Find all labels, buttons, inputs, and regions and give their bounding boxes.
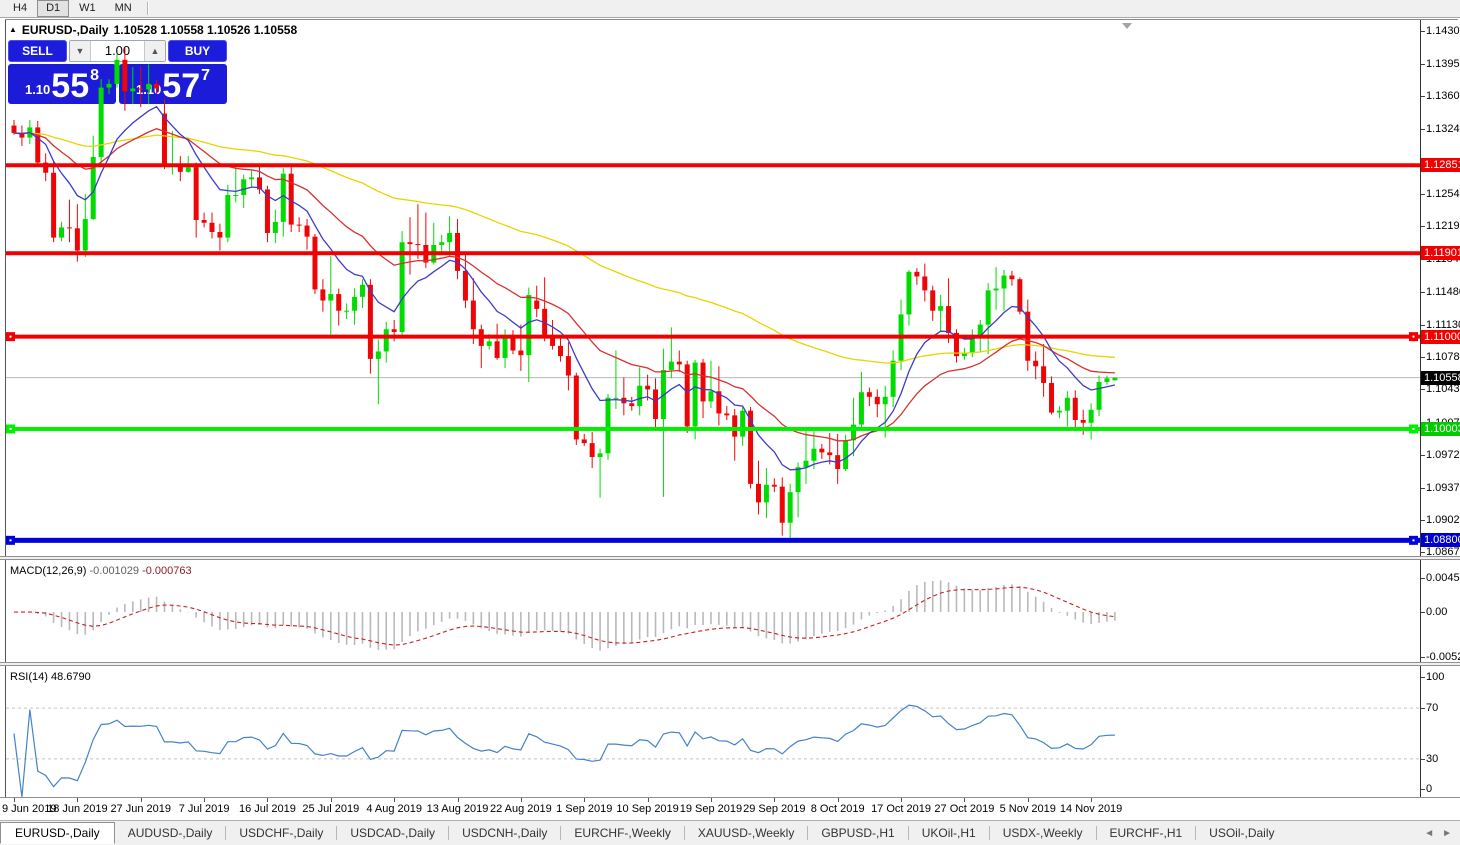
chart-shift-marker-icon[interactable] bbox=[1122, 23, 1132, 29]
macd-pane[interactable] bbox=[6, 561, 1420, 662]
current-price-tag: 1.10558 bbox=[1421, 371, 1460, 385]
rsi-pane[interactable] bbox=[6, 667, 1420, 797]
time-axis-tick bbox=[331, 798, 332, 802]
tab-audusd-daily[interactable]: AUDUSD-,Daily bbox=[115, 823, 226, 843]
price-axis-label: 1.13600 bbox=[1426, 90, 1460, 102]
time-axis-tick bbox=[1028, 798, 1029, 802]
tab-scroll-nav: ◄► bbox=[1424, 828, 1452, 839]
timeframe-button-h4[interactable]: H4 bbox=[4, 0, 36, 17]
hline-price-tag: 1.12851 bbox=[1421, 158, 1460, 172]
price-axis-label: 1.13240 bbox=[1426, 123, 1460, 135]
price-axis-label: 1.10780 bbox=[1426, 351, 1460, 363]
tab-usdcnh-daily[interactable]: USDCNH-,Daily bbox=[449, 823, 560, 843]
rsi-axis-label: 100 bbox=[1426, 671, 1444, 683]
time-axis-tick bbox=[14, 798, 15, 802]
time-axis-label: 5 Nov 2019 bbox=[1000, 803, 1056, 815]
time-axis-label: 27 Oct 2019 bbox=[934, 803, 994, 815]
time-axis-label: 27 Jun 2019 bbox=[110, 803, 171, 815]
time-axis-label: 19 Sep 2019 bbox=[680, 803, 742, 815]
time-axis-label: 14 Nov 2019 bbox=[1060, 803, 1122, 815]
time-axis-label: 4 Aug 2019 bbox=[366, 803, 422, 815]
hline-price-tag: 1.11000 bbox=[1421, 330, 1460, 344]
time-axis-label: 17 Oct 2019 bbox=[871, 803, 931, 815]
symbol-tab-bar: EURUSD-,DailyAUDUSD-,DailyUSDCHF-,DailyU… bbox=[0, 820, 1460, 845]
macd-label: MACD(12,26,9) bbox=[10, 565, 86, 577]
tab-usdcad-daily[interactable]: USDCAD-,Daily bbox=[337, 823, 448, 843]
price-axis-label: 1.10430 bbox=[1426, 383, 1460, 395]
macd-signal-value: -0.000763 bbox=[142, 565, 192, 577]
time-axis-label: 18 Jun 2019 bbox=[47, 803, 108, 815]
time-axis-label: 25 Jul 2019 bbox=[302, 803, 359, 815]
time-axis-tick bbox=[521, 798, 522, 802]
time-axis-tick bbox=[141, 798, 142, 802]
rsi-value: 48.6790 bbox=[51, 671, 91, 683]
tab-xauusd-weekly[interactable]: XAUUSD-,Weekly bbox=[685, 823, 807, 843]
time-axis-tick bbox=[838, 798, 839, 802]
rsi-label: RSI(14) bbox=[10, 671, 48, 683]
rsi-label-row: RSI(14) 48.6790 bbox=[10, 671, 91, 683]
time-axis-label: 22 Aug 2019 bbox=[490, 803, 552, 815]
price-axis-label: 1.09020 bbox=[1426, 514, 1460, 526]
tab-usdx-weekly[interactable]: USDX-,Weekly bbox=[990, 823, 1096, 843]
time-axis-tick bbox=[711, 798, 712, 802]
price-axis-label: 1.12190 bbox=[1426, 220, 1460, 232]
pane-border bbox=[1420, 20, 1421, 798]
time-axis-tick bbox=[1091, 798, 1092, 802]
time-axis-label: 16 Jul 2019 bbox=[239, 803, 296, 815]
time-axis-label: 8 Oct 2019 bbox=[811, 803, 865, 815]
pane-border bbox=[5, 20, 6, 798]
time-axis-tick bbox=[648, 798, 649, 802]
time-axis-label: 10 Sep 2019 bbox=[616, 803, 678, 815]
price-axis-label: 1.14300 bbox=[1426, 25, 1460, 37]
price-axis-label: 1.13950 bbox=[1426, 58, 1460, 70]
tab-ukoil-h1[interactable]: UKOil-,H1 bbox=[909, 823, 989, 843]
time-axis-tick bbox=[204, 798, 205, 802]
tab-scroll-left-icon[interactable]: ◄ bbox=[1424, 828, 1434, 839]
timeframe-button-mn[interactable]: MN bbox=[106, 0, 141, 17]
tab-eurchf-weekly[interactable]: EURCHF-,Weekly bbox=[561, 823, 683, 843]
pane-border bbox=[0, 797, 1460, 798]
time-axis-tick bbox=[964, 798, 965, 802]
time-axis-label: 13 Aug 2019 bbox=[427, 803, 489, 815]
price-axis-label: 1.09720 bbox=[1426, 449, 1460, 461]
pane-splitter[interactable] bbox=[0, 662, 1460, 666]
time-axis-tick bbox=[774, 798, 775, 802]
tab-gbpusd-h1[interactable]: GBPUSD-,H1 bbox=[808, 823, 907, 843]
hline-price-tag: 1.08800 bbox=[1421, 533, 1460, 547]
price-axis-label: 1.12540 bbox=[1426, 188, 1460, 200]
tab-usoil-daily[interactable]: USOil-,Daily bbox=[1196, 823, 1287, 843]
macd-axis-label: 0.00 bbox=[1426, 606, 1447, 618]
hline-price-tag: 1.11901 bbox=[1421, 246, 1460, 260]
trading-terminal-window: H4D1W1MN ▲ EURUSD-,Daily 1.10528 1.10558… bbox=[0, 0, 1460, 845]
rsi-axis-label: 30 bbox=[1426, 753, 1438, 765]
pane-border bbox=[5, 19, 1458, 20]
hline-price-tag: 1.10003 bbox=[1421, 422, 1460, 436]
macd-value: -0.001029 bbox=[89, 565, 139, 577]
time-axis-tick bbox=[584, 798, 585, 802]
rsi-axis-label: 0 bbox=[1426, 783, 1432, 795]
time-axis-label: 1 Sep 2019 bbox=[556, 803, 612, 815]
time-axis-label: 29 Sep 2019 bbox=[743, 803, 805, 815]
tab-eurchf-h1[interactable]: EURCHF-,H1 bbox=[1097, 823, 1196, 843]
time-axis-label: 7 Jul 2019 bbox=[179, 803, 230, 815]
price-axis-label: 1.09370 bbox=[1426, 482, 1460, 494]
time-axis-tick bbox=[267, 798, 268, 802]
timeframe-button-d1[interactable]: D1 bbox=[37, 0, 69, 17]
rsi-axis-label: 70 bbox=[1426, 702, 1438, 714]
pane-splitter[interactable] bbox=[0, 556, 1460, 560]
time-axis-tick bbox=[458, 798, 459, 802]
macd-label-row: MACD(12,26,9) -0.001029 -0.000763 bbox=[10, 565, 192, 577]
tab-eurusd-daily[interactable]: EURUSD-,Daily bbox=[0, 822, 115, 844]
macd-axis-label: 0.004536 bbox=[1426, 572, 1460, 584]
tab-scroll-right-icon[interactable]: ► bbox=[1442, 828, 1452, 839]
time-axis-tick bbox=[77, 798, 78, 802]
timeframe-toolbar: H4D1W1MN bbox=[0, 0, 1460, 18]
tab-usdchf-daily[interactable]: USDCHF-,Daily bbox=[226, 823, 336, 843]
price-chart[interactable] bbox=[6, 20, 1420, 557]
timeframe-button-w1[interactable]: W1 bbox=[70, 0, 105, 17]
toolbar-separator bbox=[147, 2, 149, 15]
time-axis-tick bbox=[394, 798, 395, 802]
time-axis-tick bbox=[901, 798, 902, 802]
price-axis-label: 1.11480 bbox=[1426, 286, 1460, 298]
